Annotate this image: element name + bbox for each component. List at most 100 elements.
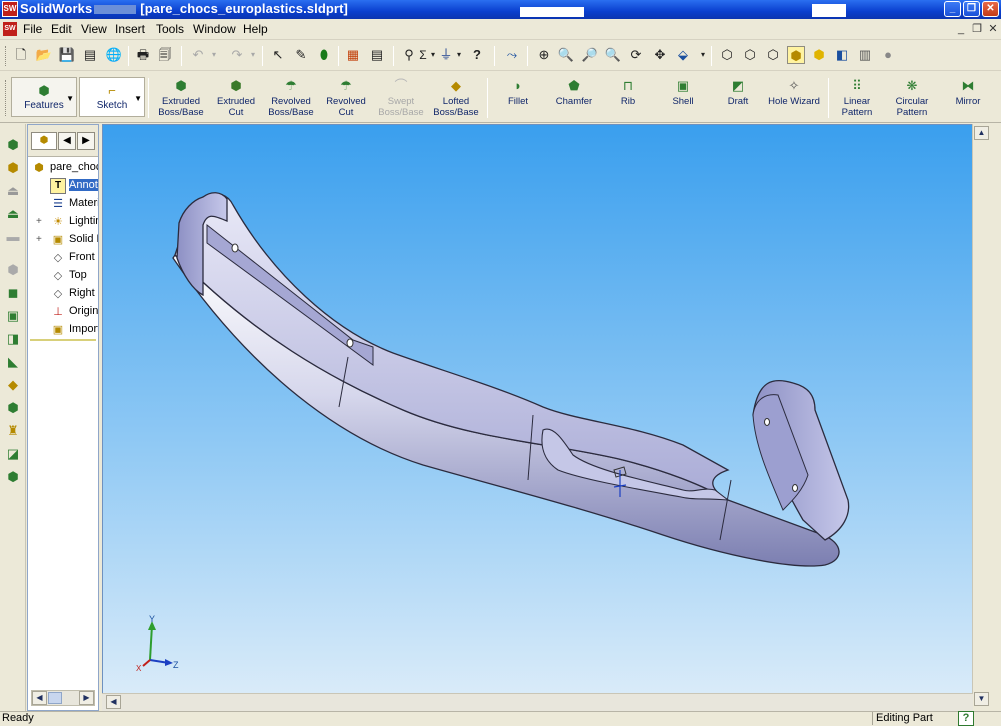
select-icon[interactable]: ↖ [269,46,287,64]
dome-icon[interactable]: ◣ [4,353,22,371]
scroll-down-button[interactable]: ▼ [974,692,989,706]
linear-pattern-button[interactable]: ⠿ Linear Pattern [834,75,880,121]
hidden-lines-visible-icon[interactable]: ⬡ [741,46,759,64]
document-icon[interactable]: SW [3,22,17,36]
mirror-button[interactable]: ⧓ Mirror [948,75,988,121]
shell-button[interactable]: ▣ Shell [664,75,702,121]
revolved-cut-button[interactable]: ☂ Revolved Cut [320,75,372,121]
wrap-icon[interactable]: ◪ [4,445,22,463]
shaded-edges-icon[interactable]: ⬢ [787,46,805,64]
help-pointer-icon[interactable]: ? [468,46,486,64]
lofted-boss-button[interactable]: ◆ Lofted Boss/Base [430,75,482,121]
menu-edit[interactable]: Edit [51,22,72,36]
tab-sketch[interactable]: ⌐ Sketch ▼ [79,77,145,117]
wireframe-icon[interactable]: ⬡ [718,46,736,64]
save-icon[interactable]: 💾 [58,46,76,64]
mdi-close-button[interactable]: ✕ [986,22,1000,36]
bumper-model[interactable]: Y Z X [103,125,972,693]
sweep-icon[interactable]: ⏏ [4,205,22,223]
extruded-boss-button[interactable]: ⬢ Extruded Boss/Base [155,75,207,121]
rib-side-icon[interactable]: ◨ [4,330,22,348]
traffic-light-icon[interactable]: ⬮ [315,46,333,64]
swept-boss-button[interactable]: ⌒ Swept Boss/Base [374,75,428,121]
tab-feature-tree[interactable]: ⬢ [31,132,57,150]
options-icon[interactable]: 🌐 [105,46,123,64]
filter-dropdown-icon[interactable]: ▾ [450,46,468,64]
extrude-icon[interactable]: ⬢ [4,159,22,177]
tree-item-top-plane[interactable]: ◇ Top [28,267,98,285]
zoom-fit-icon[interactable]: ⊕ [535,46,553,64]
tree-item-annotations[interactable]: T Annotations [28,177,98,195]
tree-item-origin[interactable]: ⊥ Origin [28,303,98,321]
page-setup-icon[interactable]: 🗐 [156,46,174,64]
zoom-in-out-icon[interactable]: 🔎 [581,46,599,64]
scroll-up-button[interactable]: ▲ [974,126,989,140]
mounting-hole[interactable] [764,418,770,426]
mounting-hole[interactable] [231,243,239,253]
shaded-icon[interactable]: ⬢ [810,46,828,64]
tree-item-front-plane[interactable]: ◇ Front [28,249,98,267]
shape-icon[interactable]: ◆ [4,376,22,394]
rib-button[interactable]: ⊓ Rib [611,75,645,121]
tree-item-material[interactable]: ☰ Material [28,195,98,213]
viewport-vertical-scrollbar[interactable]: ▲ ▼ [972,124,989,711]
grid-icon[interactable]: ▦ [344,46,362,64]
redo-dropdown-icon[interactable]: ▾ [244,46,262,64]
rollback-bar[interactable] [30,339,96,341]
print-preview-icon[interactable]: ▤ [81,46,99,64]
scroll-thumb[interactable] [48,692,62,704]
zoom-selection-icon[interactable]: 🔍 [604,46,622,64]
extruded-cut-button[interactable]: ⬢ Extruded Cut [210,75,262,121]
print-icon[interactable]: 🖶 [134,46,152,64]
menu-view[interactable]: View [81,22,107,36]
tree-item-imported[interactable]: ▣ Imported [28,321,98,339]
smart-mates-icon[interactable]: ⤳ [503,46,521,64]
section-view-icon[interactable]: ◧ [833,46,851,64]
undo-dropdown-icon[interactable]: ▾ [205,46,223,64]
appearance-icon[interactable]: ● [879,46,897,64]
tab-scroll-right[interactable]: ▶ [77,132,95,150]
fillet-button[interactable]: ◗ Fillet [498,75,538,121]
mdi-minimize-button[interactable]: _ [954,22,968,36]
view-orient-dropdown-icon[interactable]: ▾ [694,46,712,64]
tree-item-right-plane[interactable]: ◇ Right [28,285,98,303]
help-icon[interactable]: ? [958,711,974,726]
new-icon[interactable]: 🗋 [12,46,30,64]
revolved-boss-button[interactable]: ☂ Revolved Boss/Base [264,75,318,121]
tab-features[interactable]: ⬢ Features ▼ [11,77,77,117]
open-icon[interactable]: 📂 [35,46,53,64]
toolbar-grip[interactable] [5,46,8,66]
sketch-pen-icon[interactable]: ✎ [292,46,310,64]
toolbar-grip[interactable] [5,80,8,116]
restore-button[interactable]: ❐ [963,1,980,17]
menu-help[interactable]: Help [243,22,268,36]
pan-icon[interactable]: ✥ [651,46,669,64]
menu-window[interactable]: Window [193,22,236,36]
mounting-hole[interactable] [792,484,798,492]
chevron-down-icon[interactable]: ▼ [66,94,74,103]
rotate-icon[interactable]: ⟳ [627,46,645,64]
draft-button[interactable]: ◩ Draft [720,75,756,121]
mirror-side-icon[interactable]: ⬢ [4,468,22,486]
tree-root[interactable]: ⬢ pare_chocs_europlastics [28,159,98,177]
graphics-area[interactable]: Y Z X [102,124,973,694]
shell-side-icon[interactable]: ◼ [4,284,22,302]
deform-icon[interactable]: ♜ [4,422,22,440]
expand-icon[interactable]: + [36,216,42,227]
zoom-area-icon[interactable]: 🔍 [557,46,575,64]
menu-insert[interactable]: Insert [115,22,145,36]
tree-item-solid-bodies[interactable]: + ▣ Solid Bodies [28,231,98,249]
hole-wizard-button[interactable]: ✧ Hole Wizard [764,75,824,121]
fillet-side-icon[interactable]: ⬢ [4,261,22,279]
loft-icon[interactable]: ▬ [4,228,22,246]
minimize-button[interactable]: _ [944,1,961,17]
menu-file[interactable]: File [23,22,42,36]
mounting-hole[interactable] [346,338,354,348]
table-icon[interactable]: ▤ [368,46,386,64]
scroll-right-button[interactable]: ▶ [79,691,94,705]
expand-icon[interactable]: + [36,234,42,245]
viewport-horizontal-scrollbar[interactable]: ◀ [102,693,973,711]
mdi-restore-button[interactable]: ❐ [970,22,984,36]
circular-pattern-button[interactable]: ❋ Circular Pattern [888,75,936,121]
tab-scroll-left[interactable]: ◀ [58,132,76,150]
